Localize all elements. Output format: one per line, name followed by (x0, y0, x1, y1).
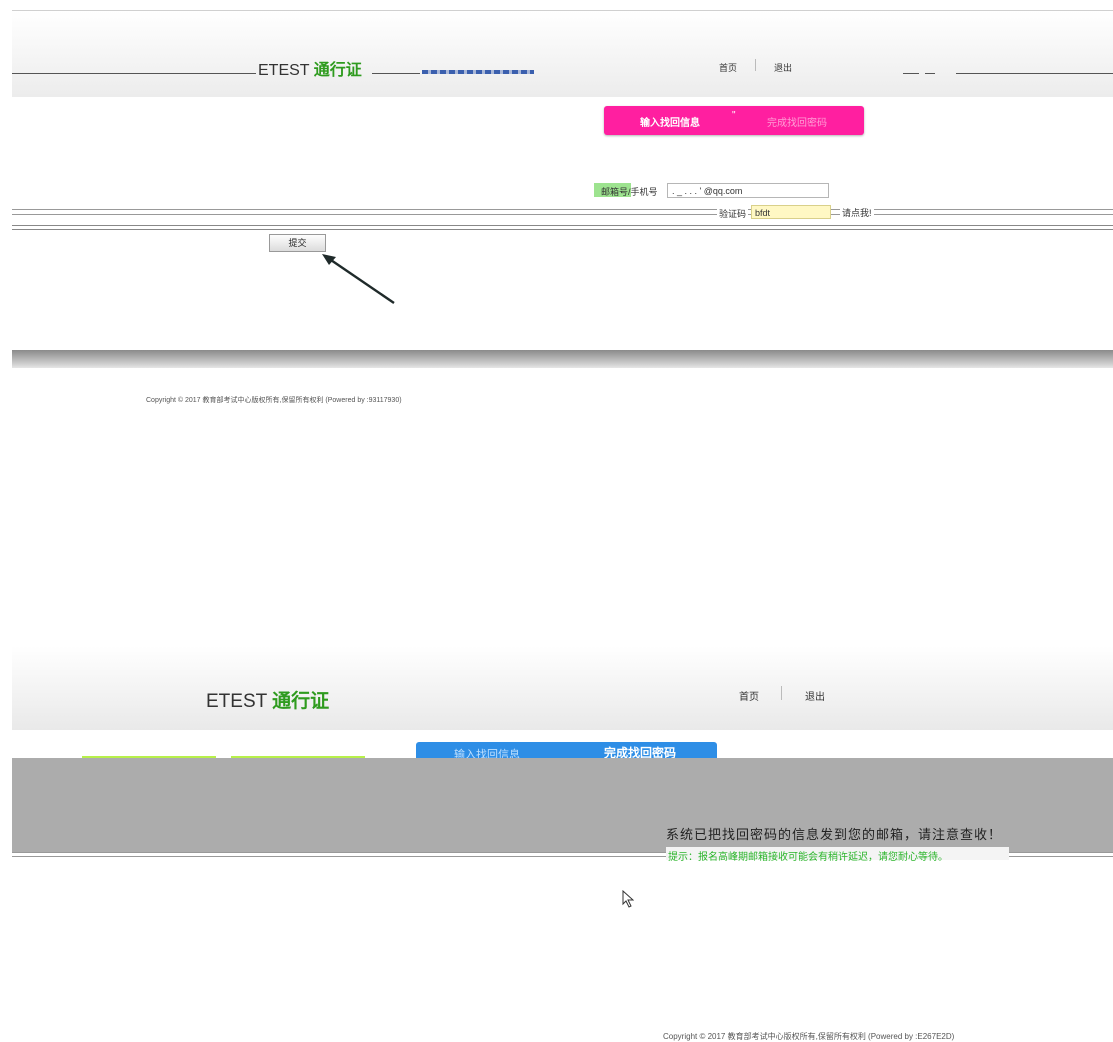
top-step-bar: 输入找回信息 " 完成找回密码 (604, 106, 864, 135)
account-input[interactable]: . _ . . . ' @qq.com (667, 183, 829, 198)
bottom-nav-home[interactable]: 首页 (739, 688, 759, 703)
success-message: 系统已把找回密码的信息发到您的邮箱，请注意查收！ (666, 827, 1003, 842)
top-logo-prefix: ETEST (258, 62, 310, 79)
bottom-nav-separator (781, 686, 782, 700)
arrow-annotation-icon (322, 254, 395, 304)
captcha-refresh-link[interactable]: 请点我! (840, 206, 874, 219)
mouse-cursor-icon (622, 890, 634, 908)
header-rule-right (956, 73, 1113, 74)
top-logo-accent: 通行证 (313, 62, 362, 79)
bottom-copyright: Copyright © 2017 教育部考试中心版权所有,保留所有权利 (Pow… (663, 1032, 955, 1041)
top-nav-logout[interactable]: 退出 (774, 61, 792, 74)
header-rule-mid (372, 73, 420, 74)
header-rule-dash-1 (903, 73, 919, 74)
top-nav-home[interactable]: 首页 (719, 61, 737, 74)
top-step-1[interactable]: 输入找回信息 (640, 114, 700, 129)
top-nav-separator (755, 59, 756, 71)
header-glitch-strip (422, 70, 534, 74)
form-double-rule-2 (12, 225, 1113, 230)
top-logo[interactable]: ETEST 通行证 (258, 56, 362, 80)
account-label: 邮箱号/手机号 (601, 187, 658, 197)
bottom-logo[interactable]: ETEST 通行证 (206, 686, 329, 713)
form-double-rule-1 (12, 209, 1113, 215)
top-footer-bar (12, 350, 1113, 368)
top-copyright: Copyright © 2017 教育部考试中心版权所有,保留所有权利 (Pow… (146, 397, 402, 404)
bottom-nav-logout[interactable]: 退出 (805, 688, 825, 703)
bottom-logo-prefix: ETEST (206, 691, 267, 712)
captcha-label: 验证码 (717, 207, 749, 220)
top-header-bar (12, 10, 1113, 97)
top-step-2[interactable]: 完成找回密码 (767, 114, 827, 129)
header-rule-dash-2 (925, 73, 935, 74)
header-rule-left (12, 73, 256, 74)
captcha-input[interactable]: bfdt (751, 205, 831, 219)
bottom-header-bar (12, 646, 1113, 730)
top-step-divider: " (732, 110, 736, 121)
tip-message: 提示：报名高峰期邮箱接收可能会有稍许延迟，请您耐心等待。 (668, 852, 948, 863)
bottom-logo-accent: 通行证 (272, 691, 330, 712)
